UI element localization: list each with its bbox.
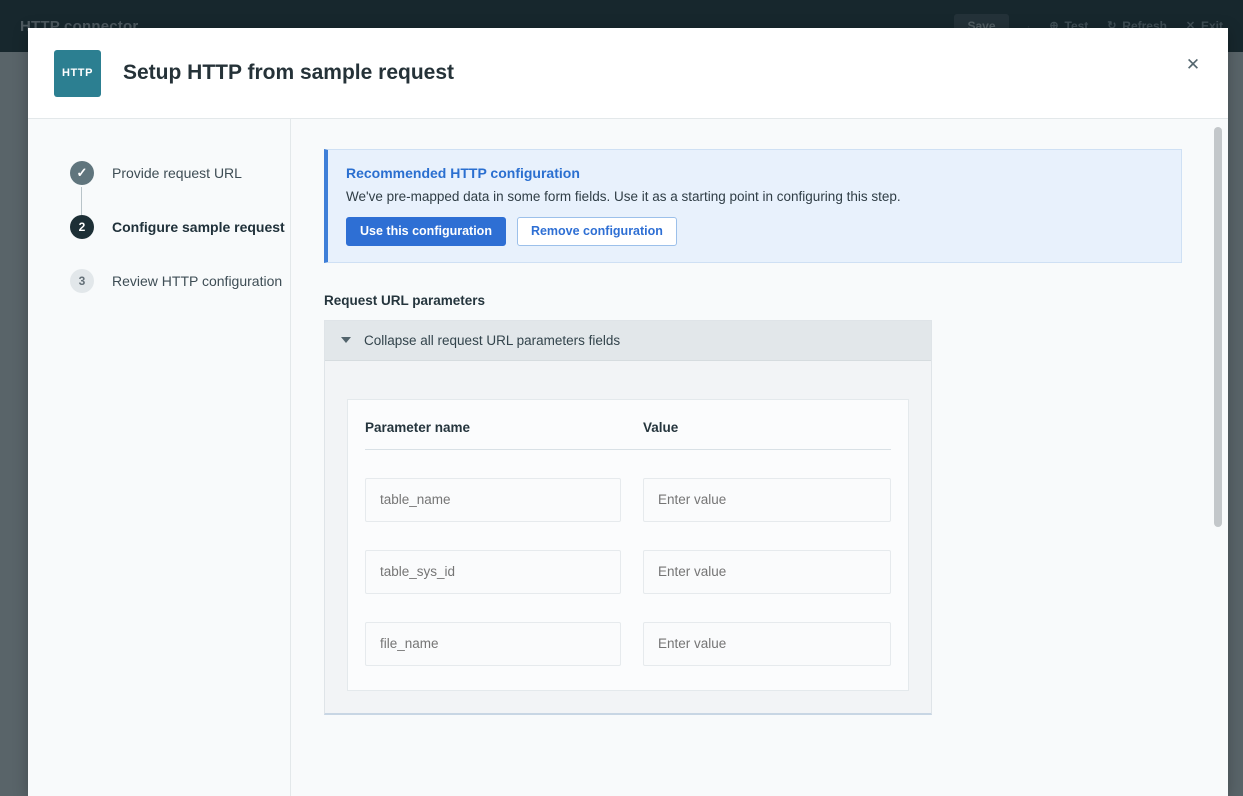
sidebar-step-review-http-configuration[interactable]: 3 Review HTTP configuration	[70, 269, 290, 293]
sidebar-step-label: Configure sample request	[112, 215, 285, 239]
parameter-name-input[interactable]	[365, 622, 621, 666]
recommended-configuration-banner: Recommended HTTP configuration We've pre…	[324, 149, 1182, 263]
banner-description: We've pre-mapped data in some form field…	[346, 189, 1163, 204]
step-marker-todo: 3	[70, 269, 94, 293]
parameter-name-cell	[365, 622, 643, 666]
parameters-table: Parameter name Value	[347, 399, 909, 691]
parameter-name-input[interactable]	[365, 478, 621, 522]
parameter-value-cell	[643, 478, 891, 522]
collapse-all-fields-toggle[interactable]: Collapse all request URL parameters fiel…	[325, 321, 931, 361]
step-connector	[81, 187, 82, 215]
table-row	[365, 622, 891, 666]
parameter-name-cell	[365, 550, 643, 594]
request-url-parameters-card: Collapse all request URL parameters fiel…	[324, 320, 932, 715]
parameters-table-header: Parameter name Value	[365, 420, 891, 450]
column-header-value: Value	[643, 420, 891, 435]
column-header-parameter-name: Parameter name	[365, 420, 643, 435]
use-this-configuration-button[interactable]: Use this configuration	[346, 217, 506, 246]
sidebar-step-label: Provide request URL	[112, 161, 242, 185]
http-logo-icon: HTTP	[54, 50, 101, 97]
step-marker-done-icon: ✓	[70, 161, 94, 185]
modal-body: ✓ Provide request URL 2 Configure sample…	[28, 118, 1228, 796]
parameter-value-cell	[643, 622, 891, 666]
sidebar-step-label: Review HTTP configuration	[112, 269, 282, 293]
table-row	[365, 550, 891, 594]
page-title: Setup HTTP from sample request	[123, 61, 454, 85]
sidebar-step-configure-sample-request[interactable]: 2 Configure sample request	[70, 215, 290, 239]
banner-actions: Use this configuration Remove configurat…	[346, 217, 1163, 246]
modal-header: HTTP Setup HTTP from sample request ✕	[28, 28, 1228, 118]
modal-scrollbar[interactable]	[1212, 119, 1224, 796]
banner-title: Recommended HTTP configuration	[346, 165, 1163, 181]
step-marker-active: 2	[70, 215, 94, 239]
parameter-value-input[interactable]	[643, 550, 891, 594]
parameter-name-input[interactable]	[365, 550, 621, 594]
main-content: Recommended HTTP configuration We've pre…	[291, 119, 1228, 796]
sidebar-step-provide-request-url[interactable]: ✓ Provide request URL	[70, 161, 290, 185]
parameter-value-cell	[643, 550, 891, 594]
modal-close-icon[interactable]: ✕	[1180, 52, 1206, 78]
step-sidebar: ✓ Provide request URL 2 Configure sample…	[28, 119, 291, 796]
collapse-all-fields-label: Collapse all request URL parameters fiel…	[364, 333, 620, 348]
table-row	[365, 478, 891, 522]
scrollbar-thumb[interactable]	[1214, 127, 1222, 527]
parameters-inner-padding: Parameter name Value	[325, 361, 931, 713]
http-logo-text: HTTP	[62, 67, 93, 79]
request-url-parameters-heading: Request URL parameters	[324, 293, 1186, 308]
remove-configuration-button[interactable]: Remove configuration	[517, 217, 677, 246]
parameter-value-input[interactable]	[643, 478, 891, 522]
chevron-down-icon	[341, 337, 351, 343]
parameter-value-input[interactable]	[643, 622, 891, 666]
parameter-name-cell	[365, 478, 643, 522]
setup-http-modal: HTTP Setup HTTP from sample request ✕ ✓ …	[28, 28, 1228, 796]
